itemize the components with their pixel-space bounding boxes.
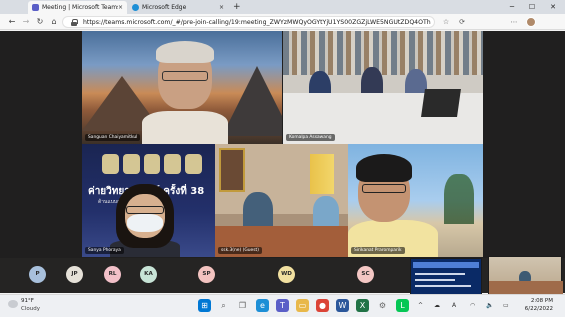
participant-name: Komalpa Assawang bbox=[286, 134, 335, 141]
minimize-button[interactable]: ─ bbox=[504, 1, 520, 13]
refresh-button[interactable]: ↻ bbox=[34, 16, 46, 28]
video-tile[interactable]: ssk.3(ne) (Guest) bbox=[215, 144, 348, 257]
onedrive-icon[interactable]: ☁ bbox=[434, 301, 440, 311]
edge-icon bbox=[132, 4, 139, 11]
explorer-icon[interactable]: ▭ bbox=[296, 299, 309, 312]
favorite-icon[interactable]: ☆ bbox=[440, 16, 452, 28]
self-view-video[interactable] bbox=[488, 256, 563, 297]
forward-button[interactable]: → bbox=[20, 16, 32, 28]
participant-name: ssk.3(ne) (Guest) bbox=[218, 247, 262, 254]
line-app-icon[interactable]: L bbox=[396, 299, 409, 312]
url-text: https://teams.microsoft.com/_#/pre-join-… bbox=[83, 19, 431, 26]
poster-logos bbox=[102, 154, 202, 180]
tab-label: Microsoft Edge bbox=[142, 4, 187, 11]
browser-titlebar: Meeting | Microsoft Teams × Microsoft Ed… bbox=[0, 0, 565, 14]
participant-video bbox=[142, 41, 228, 144]
search-icon[interactable]: ⌕ bbox=[217, 299, 230, 312]
meeting-stage: Sanguan Chaiyamitkul Komalpa Assawang ค่… bbox=[0, 31, 565, 297]
close-tab-icon[interactable]: × bbox=[219, 4, 224, 11]
participant-avatar[interactable]: P bbox=[29, 266, 46, 283]
chrome-icon[interactable]: ● bbox=[316, 299, 329, 312]
excel-icon[interactable]: X bbox=[356, 299, 369, 312]
participant-avatar[interactable]: WD bbox=[278, 266, 295, 283]
chevron-up-icon[interactable]: ^ bbox=[418, 301, 423, 311]
participant-name: Sirikanat Praromparik bbox=[351, 247, 405, 254]
participant-name: Sanguan Chaiyamitkul bbox=[85, 134, 141, 141]
participant-avatar[interactable]: SP bbox=[198, 266, 215, 283]
close-tab-icon[interactable]: × bbox=[118, 4, 123, 11]
more-icon[interactable]: ⋯ bbox=[508, 16, 520, 28]
url-input[interactable]: https://teams.microsoft.com/_#/pre-join-… bbox=[62, 16, 435, 28]
teams-icon[interactable]: T bbox=[276, 299, 289, 312]
address-bar-row: ← → ↻ ⌂ https://teams.microsoft.com/_#/p… bbox=[0, 14, 565, 30]
edge-icon[interactable]: e bbox=[256, 299, 269, 312]
clock-date[interactable]: 6/22/2022 bbox=[521, 305, 553, 313]
windows-start-icon[interactable]: ⊞ bbox=[198, 299, 211, 312]
home-button[interactable]: ⌂ bbox=[48, 16, 60, 28]
participant-avatar[interactable]: KA bbox=[140, 266, 157, 283]
cloud-icon bbox=[8, 300, 18, 308]
settings-icon[interactable]: ⚙ bbox=[376, 299, 389, 312]
portrait-frame bbox=[219, 148, 245, 192]
maximize-button[interactable]: ☐ bbox=[524, 1, 540, 13]
video-tile[interactable]: Sirikanat Praromparik bbox=[348, 144, 483, 257]
video-tile[interactable]: Sanguan Chaiyamitkul bbox=[82, 31, 282, 144]
video-tile[interactable]: ค่ายวิทยาศาสตร์ ครั้งที่ 38 ด้านแบบการเร… bbox=[82, 144, 215, 257]
screen: Meeting | Microsoft Teams × Microsoft Ed… bbox=[0, 0, 565, 317]
battery-icon[interactable]: ▭ bbox=[503, 301, 509, 311]
tab-edge[interactable]: Microsoft Edge × bbox=[128, 1, 228, 14]
word-icon[interactable]: W bbox=[336, 299, 349, 312]
participant-avatar[interactable]: JP bbox=[66, 266, 83, 283]
wifi-icon[interactable]: ◠ bbox=[470, 301, 475, 311]
participant-name: Sanya Phoraya bbox=[85, 247, 124, 254]
laptop bbox=[421, 89, 461, 117]
speaker-icon[interactable]: 🔈 bbox=[486, 301, 493, 311]
windows-taskbar: 91°F Cloudy ⊞ ⌕ ❐ e T ▭ ● W X ⚙ L ^ ☁ A … bbox=[0, 294, 565, 317]
profile-avatar[interactable] bbox=[526, 17, 536, 27]
weather-temperature[interactable]: 91°F bbox=[21, 297, 34, 305]
sync-icon[interactable]: ⟳ bbox=[456, 16, 468, 28]
video-tile[interactable]: Komalpa Assawang bbox=[283, 31, 483, 144]
new-tab-button[interactable]: + bbox=[233, 1, 241, 13]
tab-label: Meeting | Microsoft Teams bbox=[42, 4, 118, 11]
weather-description[interactable]: Cloudy bbox=[21, 305, 40, 313]
participant-video bbox=[348, 154, 438, 257]
tab-teams-meeting[interactable]: Meeting | Microsoft Teams × bbox=[28, 1, 127, 14]
close-window-button[interactable]: ✕ bbox=[545, 1, 561, 13]
participant-avatar[interactable]: RL bbox=[104, 266, 121, 283]
teams-icon bbox=[32, 4, 39, 11]
shared-content-thumbnail[interactable] bbox=[410, 258, 482, 296]
task-view-icon[interactable]: ❐ bbox=[236, 299, 249, 312]
participant-avatar[interactable]: SC bbox=[357, 266, 374, 283]
back-button[interactable]: ← bbox=[6, 16, 18, 28]
language-icon[interactable]: A bbox=[452, 301, 456, 311]
clock-time[interactable]: 2:08 PM bbox=[521, 297, 553, 305]
lock-icon bbox=[71, 19, 78, 26]
